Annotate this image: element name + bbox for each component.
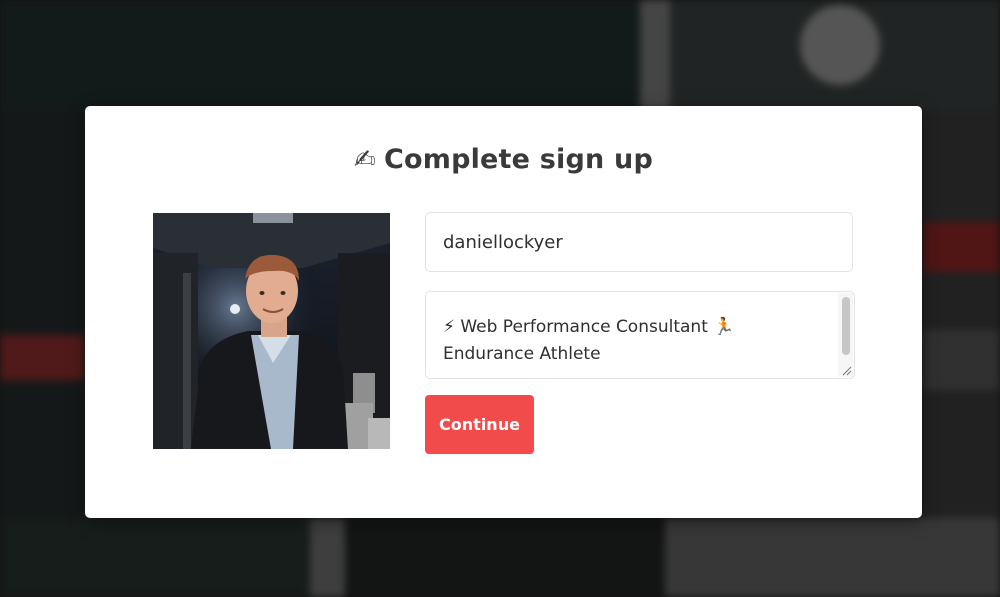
resize-handle-icon[interactable] [840,364,852,376]
writing-hand-icon: ✍ [353,145,376,175]
avatar-image [153,213,390,449]
modal-title: ✍ Complete sign up [85,144,922,175]
bio-textarea[interactable]: ⚡ Web Performance Consultant 🏃 Endurance… [426,292,838,378]
avatar-photo[interactable] [153,213,390,449]
signup-modal: ✍ Complete sign up daniellockyer ⚡ Web P… [85,106,922,518]
bio-container: ⚡ Web Performance Consultant 🏃 Endurance… [425,291,855,379]
continue-button[interactable]: Continue [425,395,534,454]
modal-title-text: Complete sign up [383,144,654,175]
username-input[interactable] [425,212,853,272]
bio-scrollbar-thumb[interactable] [842,297,850,355]
